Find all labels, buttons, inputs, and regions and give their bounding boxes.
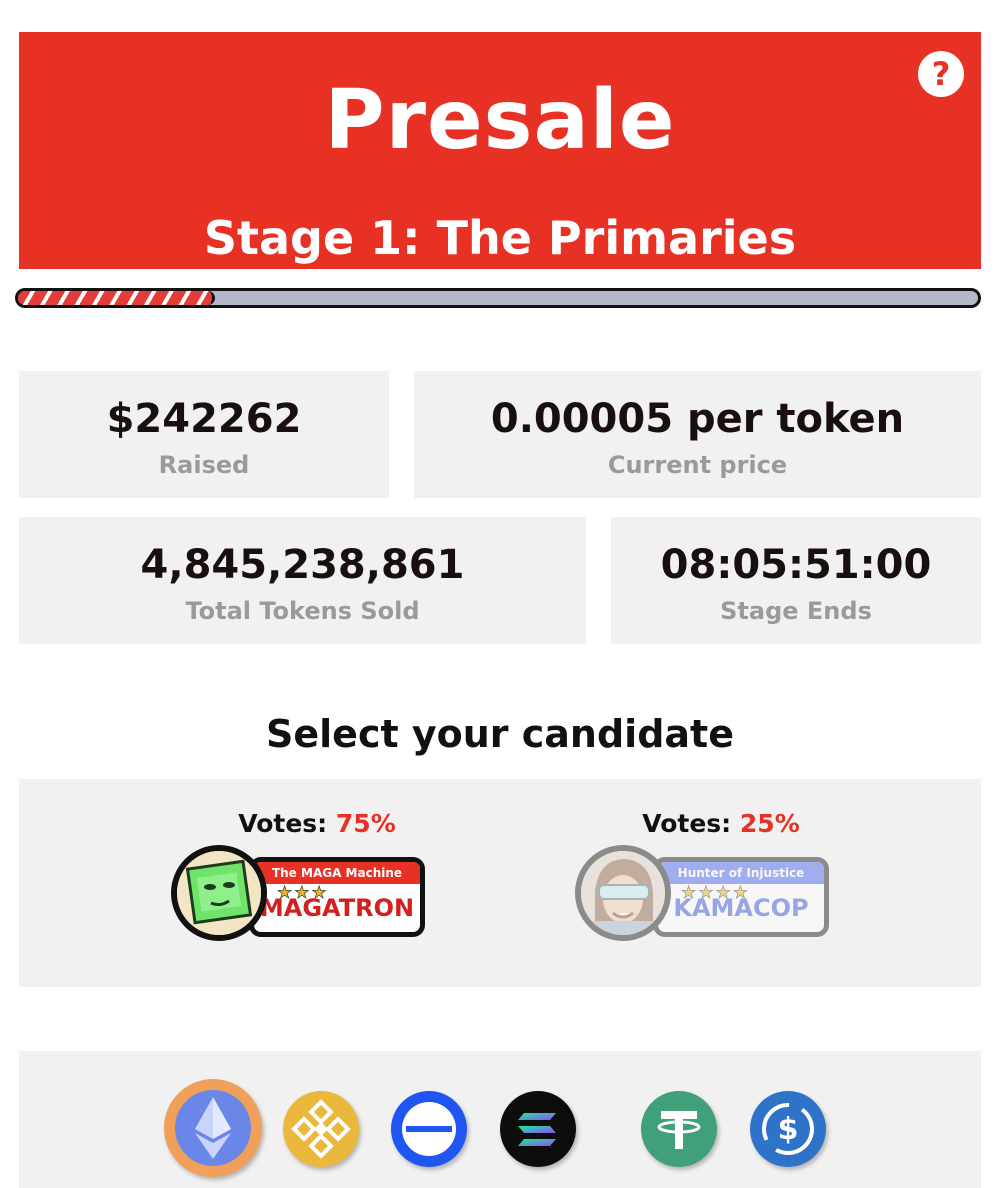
raised-label: Raised: [158, 451, 250, 479]
solana-icon[interactable]: [500, 1091, 576, 1167]
tokens-sold-label: Total Tokens Sold: [185, 597, 420, 625]
svg-text:$: $: [778, 1112, 799, 1147]
price-label: Current price: [607, 451, 788, 479]
bnb-icon[interactable]: [283, 1091, 359, 1167]
presale-progress-fill: [18, 291, 215, 305]
votes-percent: 75%: [335, 809, 396, 838]
votes-percent: 25%: [739, 809, 800, 838]
votes-line: Votes: 75%: [167, 809, 467, 838]
select-candidate-heading: Select your candidate: [266, 712, 734, 756]
presale-header: Presale Stage 1: The Primaries ?: [19, 32, 981, 269]
candidate-rating-stars: ★★★: [277, 883, 329, 904]
tether-icon[interactable]: [641, 1091, 717, 1167]
votes-label: Votes:: [238, 809, 328, 838]
raised-value: $242262: [106, 396, 302, 442]
candidate-magatron: Votes: 75% The MAGA Machine MAGATRON ★★★: [167, 779, 467, 987]
votes-line: Votes: 25%: [571, 809, 871, 838]
candidate-rating-stars: ★★★★: [681, 883, 750, 904]
candidate-tagline: Hunter of Injustice: [658, 862, 824, 884]
candidate-kamacop: Votes: 25% Hunter of Injustice KAMACOP ★…: [571, 779, 871, 987]
stat-current-price: 0.00005 per token Current price: [414, 371, 981, 498]
page-title: Presale: [324, 73, 676, 168]
candidate-badge: The MAGA Machine MAGATRON: [249, 857, 425, 937]
votes-label: Votes:: [642, 809, 732, 838]
magatron-avatar: [171, 845, 267, 941]
stat-tokens-sold: 4,845,238,861 Total Tokens Sold: [19, 517, 586, 644]
price-value: 0.00005 per token: [490, 396, 905, 442]
stage-ends-countdown: 08:05:51:00: [660, 542, 932, 588]
ethereum-icon[interactable]: [164, 1079, 262, 1177]
candidates-panel: Votes: 75% The MAGA Machine MAGATRON ★★★: [19, 779, 981, 987]
kamacop-avatar: [575, 845, 671, 941]
payment-method-panel: $: [19, 1051, 981, 1188]
stat-stage-ends: 08:05:51:00 Stage Ends: [611, 517, 981, 644]
tokens-sold-value: 4,845,238,861: [140, 542, 465, 588]
usdc-icon[interactable]: $: [750, 1091, 826, 1167]
stage-ends-label: Stage Ends: [720, 597, 872, 625]
candidate-tagline: The MAGA Machine: [254, 862, 420, 884]
presale-progress-bar: [15, 288, 981, 308]
base-icon[interactable]: [391, 1091, 467, 1167]
help-button[interactable]: ?: [918, 51, 964, 97]
stage-subtitle: Stage 1: The Primaries: [203, 211, 797, 265]
stat-raised: $242262 Raised: [19, 371, 389, 498]
